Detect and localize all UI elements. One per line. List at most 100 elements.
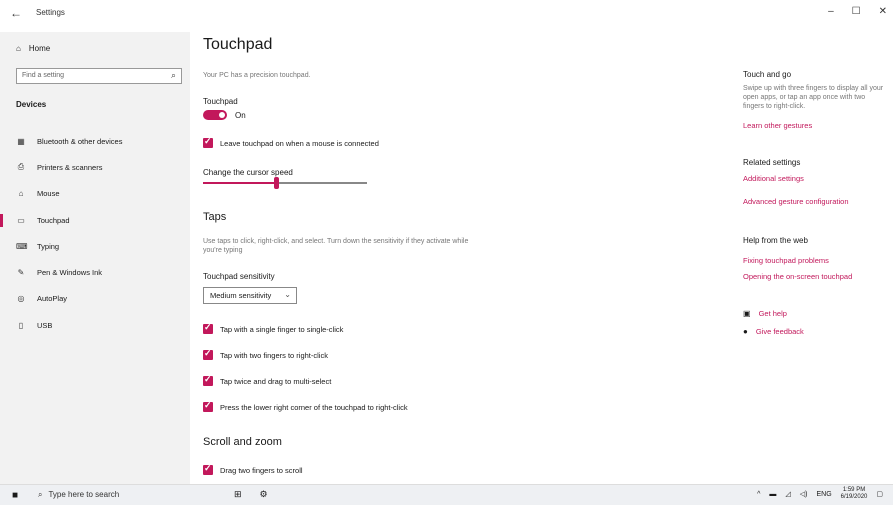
system-tray: ^ ▬ ◿ ◁) ENG 1:59 PM 6/19/2020 ▢ [757,487,883,501]
advanced-gesture-link[interactable]: Advanced gesture configuration [743,197,849,206]
network-icon[interactable]: ◿ [785,490,790,498]
sidebar-item-label: Mouse [37,189,60,199]
page-title: Touchpad [203,36,273,53]
checkbox-checked-icon[interactable] [203,400,213,412]
additional-settings-link[interactable]: Additional settings [743,174,804,183]
scroll-label: Drag two fingers to scroll [220,465,303,475]
search-placeholder: Find a setting [22,72,65,79]
sidebar-item-label: Touchpad [37,215,70,225]
sidebar-item-typing[interactable]: ⌨ Typing [0,233,190,259]
battery-icon[interactable]: ▬ [769,491,776,498]
sidebar-item-label: Bluetooth & other devices [37,136,123,146]
taskbar-search-text: Type here to search [48,490,120,499]
window-controls: – ☐ ✕ [828,6,887,17]
sidebar: ⌂ Home Find a setting ⌕ Devices ▦ Bluetoo… [0,32,190,484]
close-button[interactable]: ✕ [879,6,887,17]
sidebar-home[interactable]: ⌂ Home [16,44,50,53]
toggle-state: On [235,110,246,120]
tap-option-checkbox[interactable]: Tap twice and drag to multi-select [203,374,332,386]
search-input[interactable]: Find a setting ⌕ [16,68,182,84]
slider-fill [203,182,276,184]
tap-option-label: Tap twice and drag to multi-select [220,376,332,386]
chat-icon: ▣ [743,309,751,318]
help-link-onscreen[interactable]: Opening the on-screen touchpad [743,272,852,281]
mouse-icon: ⌂ [18,189,24,199]
touchpad-toggle[interactable] [203,110,227,120]
back-arrow-icon[interactable]: ← [10,6,22,20]
autoplay-icon: ◎ [17,294,25,304]
checkbox-checked-icon[interactable] [203,322,213,334]
sidebar-item-mouse[interactable]: ⌂ Mouse [0,181,190,207]
notification-icon[interactable]: ▢ [876,490,883,498]
search-icon: ⌕ [38,490,43,499]
cursor-speed-slider[interactable] [203,177,367,189]
clock-time: 1:59 PM [842,487,866,493]
sidebar-item-bluetooth-other-devices[interactable]: ▦ Bluetooth & other devices [0,128,190,154]
tap-option-checkbox[interactable]: Press the lower right corner of the touc… [203,400,408,412]
touchpad-label: Touchpad [203,97,238,106]
checkbox-checked-icon[interactable] [203,136,213,148]
windows-start-icon[interactable]: ■ [12,490,18,501]
volume-icon[interactable]: ◁) [800,490,808,498]
tap-option-label: Tap with a single finger to single-click [220,324,344,334]
get-help-link[interactable]: Get help [759,309,787,318]
touchpad-toggle-row[interactable]: On [203,110,246,120]
checkbox-checked-icon[interactable] [203,374,213,386]
sensitivity-value: Medium sensitivity [210,291,272,300]
home-label: Home [28,44,51,53]
slider-thumb[interactable] [274,177,279,189]
sidebar-item-autoplay[interactable]: ◎ AutoPlay [0,286,190,312]
taskbar-search[interactable]: ⌕ Type here to search [38,490,119,500]
chevron-down-icon: ⌄ [284,290,291,299]
sensitivity-select[interactable]: Medium sensitivity ⌄ [203,287,297,304]
tap-option-checkbox[interactable]: Tap with two fingers to right-click [203,348,328,360]
settings-gear-icon[interactable]: ⚙ [260,489,268,500]
maximize-button[interactable]: ☐ [852,6,861,17]
pen-icon: ✎ [17,268,25,278]
sidebar-item-pen-windows-ink[interactable]: ✎ Pen & Windows Ink [0,259,190,285]
scroll-heading: Scroll and zoom [203,436,282,448]
get-help-row[interactable]: ▣ Get help [743,309,787,318]
cursor-speed-label: Change the cursor speed [203,168,293,177]
page-subtitle: Your PC has a precision touchpad. [203,72,311,79]
title-bar: ← Settings – ☐ ✕ [0,0,893,32]
tap-option-label: Press the lower right corner of the touc… [220,402,408,412]
toggle-knob [219,112,225,118]
sidebar-nav: ▦ Bluetooth & other devices ⎙ Printers & sc… [0,128,190,338]
sidebar-section-title: Devices [16,100,47,109]
sidebar-item-touchpad[interactable]: ▭ Touchpad [0,207,190,233]
clock-date: 6/19/2020 [840,494,868,500]
printer-icon: ⎙ [17,162,25,172]
sidebar-item-label: AutoPlay [37,294,68,304]
taskbar-icons: ⊞ ⚙ [234,489,268,500]
leave-on-checkbox[interactable]: Leave touchpad on when a mouse is connec… [203,136,379,148]
sidebar-item-label: Printers & scanners [37,162,103,172]
chevron-up-icon[interactable]: ^ [757,491,760,498]
home-icon: ⌂ [16,44,21,53]
touch-go-text: Swipe up with three fingers to display a… [743,85,884,110]
checkbox-checked-icon[interactable] [203,463,213,475]
taskbar: ■ ⌕ Type here to search ⊞ ⚙ ^ ▬ ◿ ◁) ENG… [0,484,893,505]
window-title: Settings [36,8,65,17]
bluetooth-icon: ▦ [17,136,25,146]
learn-gestures-link[interactable]: Learn other gestures [743,121,812,130]
task-view-icon[interactable]: ⊞ [234,489,242,500]
help-heading: Help from the web [743,236,808,245]
sidebar-item-usb[interactable]: ▯ USB [0,312,190,338]
scroll-checkbox[interactable]: Drag two fingers to scroll [203,463,303,475]
sidebar-item-printers-scanners[interactable]: ⎙ Printers & scanners [0,154,190,180]
language-indicator[interactable]: ENG [817,491,832,498]
tap-option-checkbox[interactable]: Tap with a single finger to single-click [203,322,344,334]
keyboard-icon: ⌨ [16,241,28,251]
minimize-button[interactable]: – [828,6,834,17]
taps-description: Use taps to click, right-click, and sele… [203,238,469,254]
touchpad-icon: ▭ [17,215,25,225]
feedback-row[interactable]: ● Give feedback [743,327,804,336]
search-icon[interactable]: ⌕ [171,70,176,81]
checkbox-checked-icon[interactable] [203,348,213,360]
give-feedback-link[interactable]: Give feedback [756,327,804,336]
help-link-fixing[interactable]: Fixing touchpad problems [743,256,829,265]
sidebar-item-label: USB [37,320,53,330]
usb-icon: ▯ [18,320,24,330]
clock[interactable]: 1:59 PM 6/19/2020 [841,487,868,501]
